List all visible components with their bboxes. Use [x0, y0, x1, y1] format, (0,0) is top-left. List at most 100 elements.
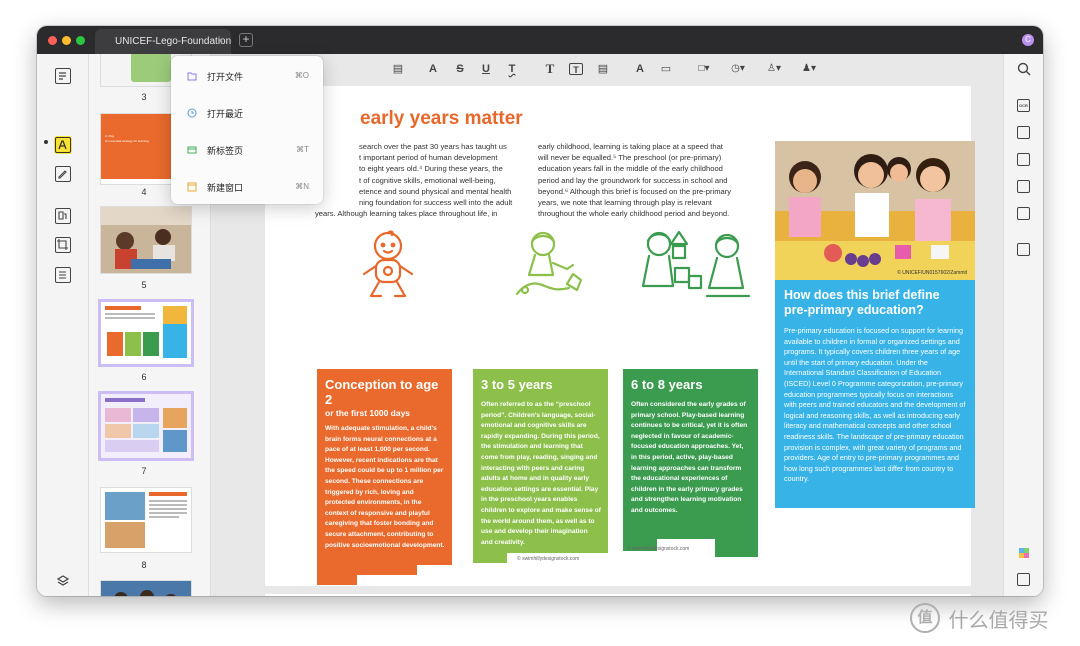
close-window-button[interactable]: [48, 36, 57, 45]
card-tab: [357, 565, 417, 575]
pen-tool[interactable]: ◷▾: [727, 63, 749, 75]
menu-shortcut: ⌘T: [296, 145, 309, 154]
thumbnail-number: 6: [141, 372, 147, 382]
active-indicator-dot: [44, 140, 48, 144]
definition-box: How does this brief define pre-primary e…: [775, 280, 975, 508]
signature-tool[interactable]: ♙▾: [763, 63, 785, 75]
card-body: Often referred to as the “preschool peri…: [481, 401, 601, 546]
new-window-icon: [187, 182, 197, 192]
highlight-tool[interactable]: A: [426, 63, 440, 75]
search-icon[interactable]: [1017, 62, 1031, 81]
watermark-text: 什么值得买: [948, 609, 1049, 632]
baby-illustration: [362, 230, 414, 298]
card-title: 3 to 5 years: [481, 377, 553, 392]
shape-tool[interactable]: □▾: [693, 63, 715, 75]
thumbnail-page-6[interactable]: [101, 302, 191, 364]
card-tab: [317, 565, 357, 585]
zoom-window-button[interactable]: [76, 36, 85, 45]
ai-icon[interactable]: [1017, 546, 1031, 565]
card-tab: [473, 553, 507, 563]
children-blocks-illustration: [641, 230, 751, 298]
pencil-tool[interactable]: A: [633, 63, 647, 75]
thumbnail-number: 5: [141, 280, 147, 290]
strikethrough-tool[interactable]: S: [453, 63, 467, 75]
title-bar: UNICEF-Lego-Foundation × + C: [37, 26, 1043, 54]
document-page: early years matter search over the past …: [265, 86, 975, 586]
organize-icon[interactable]: [55, 208, 71, 224]
document-viewer: ▤ A S U T T T ▤ A ▭ □▾ ◷▾ ♙▾ ♟▾ early ye…: [212, 54, 1003, 596]
intro-column-1: search over the past 30 years has taught…: [315, 142, 513, 219]
layers-icon[interactable]: [56, 574, 70, 593]
menu-item-label: 新标签页: [207, 146, 244, 156]
menu-item-new-window[interactable]: 新建窗口 ⌘N: [171, 169, 323, 206]
edit-icon[interactable]: [55, 166, 71, 182]
mail-icon[interactable]: [1017, 207, 1030, 220]
card-title: Conception to age 2: [325, 377, 439, 407]
new-tab-button[interactable]: +: [239, 33, 253, 47]
crop-icon[interactable]: [55, 237, 71, 253]
document-tab-title: UNICEF-Lego-Foundation: [115, 36, 231, 47]
next-document-page: [265, 594, 971, 596]
card-6-to-8: 6 to 8 years Often considered the early …: [623, 369, 758, 539]
squiggly-tool[interactable]: T: [505, 63, 519, 75]
callout-tool[interactable]: ▤: [596, 63, 610, 75]
right-tool-rail: OCR: [1003, 54, 1043, 596]
thumbnail-number: 8: [141, 560, 147, 570]
clock-icon: [187, 108, 197, 118]
annotation-toolbar: ▤ A S U T T T ▤ A ▭ □▾ ◷▾ ♙▾ ♟▾: [212, 54, 1003, 84]
share-icon[interactable]: [1017, 180, 1030, 193]
thumbnail-page-7[interactable]: [101, 394, 191, 458]
menu-item-label: 新建窗口: [207, 183, 244, 193]
card-body: With adequate stimulation, a child's bra…: [325, 425, 445, 549]
document-tab[interactable]: UNICEF-Lego-Foundation: [95, 29, 231, 54]
menu-item-open-recent[interactable]: 打开最近: [171, 95, 323, 132]
illustration-credit: © swimhillydesignstock.com: [627, 546, 690, 552]
card-subtitle: or the first 1000 days: [325, 408, 411, 418]
watermark-logo: 值: [910, 603, 940, 633]
card-3-to-5: 3 to 5 years Often referred to as the “p…: [473, 369, 608, 553]
definition-body: Pre-primary education is focused on supp…: [784, 326, 966, 484]
minimize-window-button[interactable]: [62, 36, 71, 45]
highlight-icon[interactable]: [55, 137, 71, 153]
tab-close-icon[interactable]: ×: [218, 36, 223, 45]
menu-item-label: 打开文件: [207, 72, 244, 82]
thumbnail-page-8[interactable]: [101, 488, 191, 552]
illustration-credit: © swimhillydesignstock.com: [517, 556, 580, 562]
textbox-tool[interactable]: T: [569, 63, 583, 75]
protect-icon[interactable]: [1017, 153, 1030, 166]
thumbnail-page-5[interactable]: [101, 207, 191, 273]
comment-list-icon[interactable]: [1017, 573, 1030, 586]
card-body: Often considered the early grades of pri…: [631, 401, 748, 514]
app-window: UNICEF-Lego-Foundation × + C 3 3. Play A…: [37, 26, 1043, 596]
intro-column-2: early childhood, learning is taking plac…: [538, 142, 732, 219]
menu-item-label: 打开最近: [207, 109, 244, 119]
stamp-tool[interactable]: ♟▾: [798, 63, 820, 75]
child-playing-illustration: [515, 231, 583, 296]
thumbnail-number: 7: [141, 466, 147, 476]
card-tab: [715, 539, 758, 557]
photo-credit: © UNICEF/UN0157602/Zammit: [897, 270, 967, 276]
card-conception-to-2: Conception to age 2 or the first 1000 da…: [317, 369, 452, 565]
save-icon[interactable]: [1017, 243, 1030, 256]
card-title: 6 to 8 years: [631, 377, 703, 392]
menu-item-new-tab[interactable]: 新标签页 ⌘T: [171, 132, 323, 169]
page-heading: early years matter: [360, 108, 523, 129]
eraser-tool[interactable]: ▭: [659, 63, 673, 75]
ocr-icon[interactable]: OCR: [1017, 99, 1030, 112]
new-tab-icon: [187, 146, 197, 154]
menu-shortcut: ⌘N: [295, 182, 309, 191]
menu-item-open-file[interactable]: 打开文件 ⌘O: [171, 58, 323, 95]
user-avatar[interactable]: C: [1022, 34, 1034, 46]
menu-shortcut: ⌘O: [294, 71, 309, 80]
thumbnail-page-9[interactable]: [101, 581, 191, 596]
children-photo: © UNICEF/UN0157602/Zammit: [775, 141, 975, 280]
left-tool-rail: [37, 54, 89, 596]
text-tool[interactable]: T: [543, 62, 557, 75]
reader-icon[interactable]: [55, 68, 71, 84]
form-icon[interactable]: [55, 267, 71, 283]
convert-icon[interactable]: [1017, 126, 1030, 139]
file-menu: 打开文件 ⌘O 打开最近 新标签页 ⌘T 新建窗口 ⌘N: [171, 56, 323, 204]
comment-tool[interactable]: ▤: [391, 63, 405, 75]
definition-title: How does this brief define pre-primary e…: [784, 288, 940, 317]
underline-tool[interactable]: U: [479, 63, 493, 75]
